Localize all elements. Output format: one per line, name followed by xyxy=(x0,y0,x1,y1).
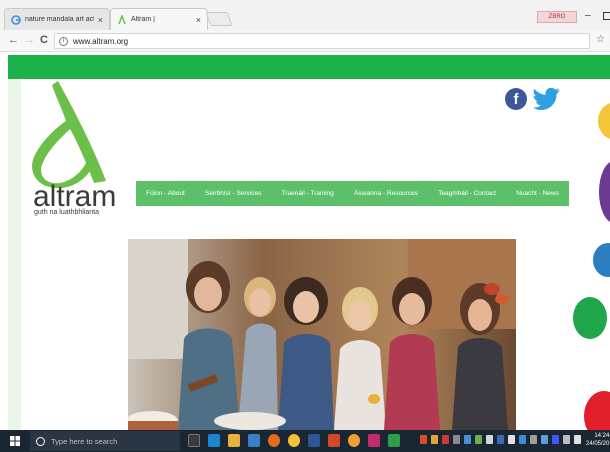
nav-training[interactable]: Traenáil - Training xyxy=(279,190,337,197)
taskbar-clock[interactable]: 14:24 24/05/20 xyxy=(586,432,609,448)
address-bar: ← → C i www.altram.org ☆ xyxy=(0,30,610,52)
nav-news[interactable]: Nuacht - News xyxy=(513,190,562,197)
powerpoint-icon[interactable] xyxy=(328,434,340,447)
site-info-icon[interactable]: i xyxy=(59,36,68,46)
reload-button[interactable]: C xyxy=(40,34,48,46)
main-navigation: Fúinn - About Seirbhísí - Services Traen… xyxy=(136,181,569,206)
tray-icon[interactable] xyxy=(464,435,471,444)
url-input[interactable]: i www.altram.org xyxy=(54,33,590,49)
chrome-active-icon[interactable] xyxy=(348,434,360,447)
hero-photo xyxy=(128,239,516,430)
tab-close-icon[interactable]: × xyxy=(98,15,103,25)
extension-badge[interactable]: ZBRO xyxy=(537,11,577,23)
decorative-circle-blue xyxy=(593,243,610,277)
windows-start-icon[interactable] xyxy=(10,436,20,446)
decorative-circle-green xyxy=(573,297,607,339)
tab-altram[interactable]: Altram | × xyxy=(110,8,208,30)
maximize-button[interactable] xyxy=(603,12,610,20)
windows-taskbar: Type here to search 14:24 24/05/20 xyxy=(0,430,610,452)
nav-services[interactable]: Seirbhísí - Services xyxy=(202,190,264,197)
tab-close-icon[interactable]: × xyxy=(196,15,201,25)
decorative-circle-purple xyxy=(599,161,610,223)
store-icon[interactable] xyxy=(248,434,260,447)
nav-contact[interactable]: Teagmháil - Contact xyxy=(435,190,499,197)
file-explorer-icon[interactable] xyxy=(228,434,240,447)
chrome-icon[interactable] xyxy=(288,434,300,447)
tray-icon[interactable] xyxy=(552,435,559,444)
tray-icon[interactable] xyxy=(431,435,438,444)
tray-icon[interactable] xyxy=(519,435,526,444)
mail-icon[interactable] xyxy=(308,434,320,447)
minimize-button[interactable]: – xyxy=(585,10,591,21)
tray-icon[interactable] xyxy=(453,435,460,444)
tab-title: nature mandala art acti xyxy=(25,16,94,23)
clock-time: 14:24 xyxy=(594,433,610,439)
tab-title: Altram | xyxy=(131,16,155,23)
altram-logo-icon[interactable] xyxy=(28,79,114,189)
forward-button[interactable]: → xyxy=(24,34,35,46)
browser-tab-bar: nature mandala art acti × Altram | × ZBR… xyxy=(0,0,610,30)
nav-about[interactable]: Fúinn - About xyxy=(143,190,188,197)
clock-date: 24/05/20 xyxy=(586,441,610,447)
app-icon[interactable] xyxy=(388,434,400,447)
tray-icon[interactable] xyxy=(497,435,504,444)
decorative-circle-yellow xyxy=(598,103,610,139)
logo-tagline: guth na luathbhlianta xyxy=(34,209,99,216)
volume-icon[interactable] xyxy=(574,435,581,444)
url-text: www.altram.org xyxy=(73,36,129,46)
system-tray xyxy=(420,435,581,444)
decorative-circle-red xyxy=(584,391,610,430)
tray-icon[interactable] xyxy=(541,435,548,444)
new-tab-button[interactable] xyxy=(205,12,233,26)
tray-icon[interactable] xyxy=(420,435,427,444)
left-stripe xyxy=(8,79,21,430)
back-button[interactable]: ← xyxy=(8,34,19,46)
tray-icon[interactable] xyxy=(442,435,449,444)
google-favicon-icon xyxy=(11,14,21,25)
tray-icon[interactable] xyxy=(486,435,493,444)
twitter-icon[interactable] xyxy=(532,88,560,112)
web-page: altram guth na luathbhlianta f Fúinn - A… xyxy=(0,53,610,430)
tray-icon[interactable] xyxy=(508,435,515,444)
app-icon[interactable] xyxy=(368,434,380,447)
taskbar-apps xyxy=(188,434,400,447)
battery-icon[interactable] xyxy=(563,435,570,444)
tray-icon[interactable] xyxy=(475,435,482,444)
taskbar-search-input[interactable]: Type here to search xyxy=(30,431,180,451)
firefox-icon[interactable] xyxy=(268,434,280,447)
nav-resources[interactable]: Áiseanna - Resources xyxy=(351,190,421,197)
tab-nature-mandala[interactable]: nature mandala art acti × xyxy=(4,8,110,30)
edge-icon[interactable] xyxy=(208,434,220,447)
top-green-band xyxy=(8,55,610,79)
bookmark-star-icon[interactable]: ☆ xyxy=(596,34,605,45)
altram-favicon-icon xyxy=(118,14,126,24)
facebook-icon[interactable]: f xyxy=(505,88,527,110)
tray-icon[interactable] xyxy=(530,435,537,444)
search-placeholder: Type here to search xyxy=(51,436,118,446)
cortana-icon xyxy=(36,436,45,446)
microphone-icon[interactable] xyxy=(188,434,200,447)
